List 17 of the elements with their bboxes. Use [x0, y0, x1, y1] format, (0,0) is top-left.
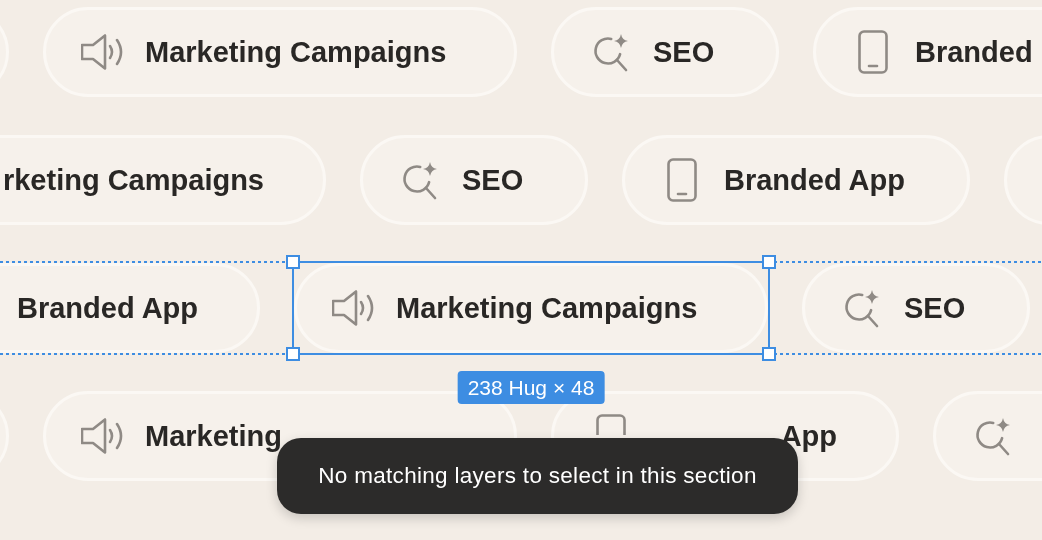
phone-icon: [596, 414, 626, 435]
size-badge: 238 Hug × 48: [457, 371, 605, 404]
resize-handle[interactable]: [762, 347, 776, 361]
speaker-icon: [81, 33, 125, 71]
phone-icon: [667, 158, 697, 202]
category-chip[interactable]: Marketing Campaigns: [41, 5, 519, 99]
category-chip[interactable]: Branded App: [620, 133, 972, 227]
category-chip[interactable]: SEO: [800, 261, 1032, 355]
category-chip[interactable]: SEO: [358, 133, 590, 227]
resize-handle[interactable]: [286, 255, 300, 269]
phone-icon: [858, 30, 888, 74]
category-chip[interactable]: SEO: [549, 5, 781, 99]
speaker-icon: [81, 417, 125, 455]
resize-handle[interactable]: [286, 347, 300, 361]
speaker-icon: [332, 289, 376, 327]
resize-handle[interactable]: [762, 255, 776, 269]
category-chip[interactable]: Marketing Campaigns: [292, 261, 770, 355]
